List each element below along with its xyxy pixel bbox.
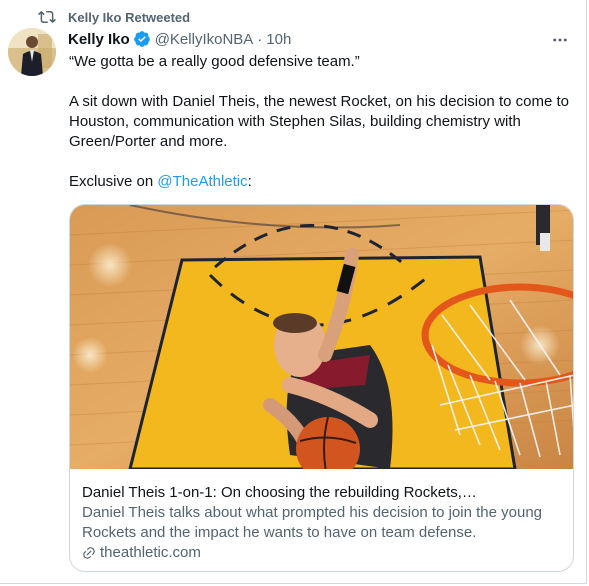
tweet-text: “We gotta be a really good defensive tea… [69,52,574,192]
header-separator: · [257,30,263,48]
tweet-timestamp[interactable]: 10h [266,31,291,48]
tweet-exclusive-line: Exclusive on @TheAthletic: [69,172,574,192]
tweet-description: A sit down with Daniel Theis, the newest… [69,93,569,150]
card-domain: theathletic.com [100,544,201,561]
avatar[interactable] [8,28,56,76]
mention-link[interactable]: @TheAthletic [157,173,247,190]
tweet-quote-line: “We gotta be a really good defensive tea… [69,53,360,70]
retweet-icon [38,10,56,24]
link-preview-card[interactable]: Daniel Theis 1-on-1: On choosing the reb… [69,204,574,572]
author-handle[interactable]: @KellyIkoNBA [155,31,254,48]
retweet-context[interactable]: Kelly Iko Retweeted [38,8,190,26]
retweet-context-text: Kelly Iko Retweeted [68,9,191,25]
card-domain-row: theathletic.com [82,543,561,563]
more-options-icon[interactable] [550,30,570,50]
avatar-image [8,28,56,76]
link-icon [83,547,95,559]
tweet-container[interactable]: Kelly Iko Retweeted Kelly Iko @KellyIkoN… [0,0,587,584]
tweet-header: Kelly Iko @KellyIkoNBA · 10h [68,29,526,49]
card-image [70,205,573,469]
author-name[interactable]: Kelly Iko [68,31,130,48]
card-description: Daniel Theis talks about what prompted h… [82,504,542,541]
verified-badge-icon [133,31,150,47]
card-title: Daniel Theis 1-on-1: On choosing the reb… [82,484,477,501]
card-info: Daniel Theis 1-on-1: On choosing the reb… [82,483,561,563]
exclusive-prefix: Exclusive on [69,173,158,190]
exclusive-suffix: : [247,173,252,190]
